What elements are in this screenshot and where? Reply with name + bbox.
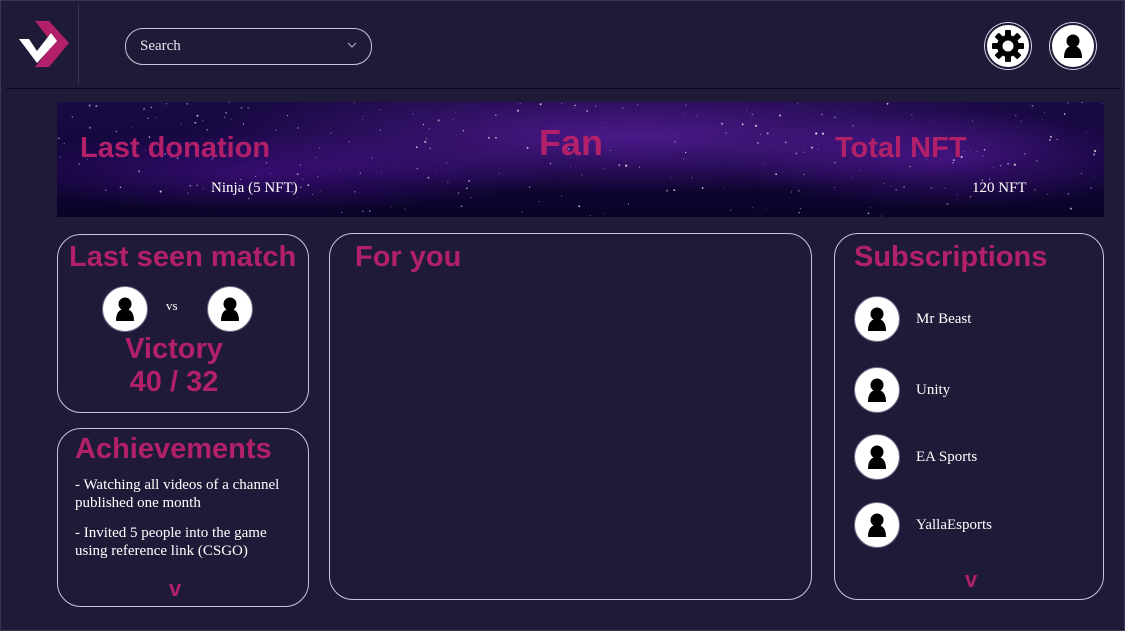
total-nft-label: Total NFT xyxy=(835,132,967,164)
role-label: Fan xyxy=(539,122,604,163)
search-input-text: Search xyxy=(140,38,181,54)
subscription-item[interactable]: Mr Beast xyxy=(854,296,1094,344)
subscriptions-expand-button[interactable]: v xyxy=(965,567,977,593)
player-avatar[interactable] xyxy=(102,286,148,332)
user-icon xyxy=(868,445,886,469)
last-donation-value: Ninja (5 NFT) xyxy=(211,180,298,196)
last-seen-match-card[interactable]: Last seen match vs Victory 40 / 32 xyxy=(57,234,309,413)
subscriptions-card: Subscriptions Mr Beast Unity EA Sports Y… xyxy=(834,233,1104,600)
user-icon xyxy=(868,307,886,331)
profile-banner: Last donation Fan Total NFT Ninja (5 NFT… xyxy=(57,102,1104,217)
channel-avatar xyxy=(854,434,900,480)
channel-avatar xyxy=(854,367,900,413)
subscription-item[interactable]: YallaEsports xyxy=(854,502,1094,550)
achievements-card: Achievements - Watching all videos of a … xyxy=(57,428,309,607)
match-score: 40 / 32 xyxy=(129,366,219,398)
match-result: Victory xyxy=(125,333,223,365)
last-donation-label: Last donation xyxy=(80,132,271,164)
header-bar: Search xyxy=(4,4,1123,89)
user-icon xyxy=(868,513,886,537)
gear-icon xyxy=(992,30,1024,62)
total-nft-value: 120 NFT xyxy=(972,180,1027,196)
subscriptions-title: Subscriptions xyxy=(854,241,1048,273)
user-icon xyxy=(868,378,886,402)
versus-label: vs xyxy=(166,298,178,313)
search-input[interactable]: Search xyxy=(125,28,372,65)
logo-container[interactable] xyxy=(7,4,79,84)
brand-logo-icon xyxy=(19,21,69,67)
subscription-item[interactable]: Unity xyxy=(854,367,1094,415)
channel-avatar xyxy=(854,296,900,342)
subscription-item[interactable]: EA Sports xyxy=(854,434,1094,482)
achievements-expand-button[interactable]: v xyxy=(169,576,181,602)
opponent-avatar[interactable] xyxy=(207,286,253,332)
user-icon xyxy=(221,297,239,321)
channel-name: Unity xyxy=(916,382,951,398)
channel-avatar xyxy=(854,502,900,548)
channel-name: Mr Beast xyxy=(916,311,972,327)
achievement-item: - Watching all videos of a channel publi… xyxy=(75,477,280,511)
profile-button[interactable] xyxy=(1050,23,1096,69)
last-seen-match-title: Last seen match xyxy=(69,241,297,273)
user-icon xyxy=(1064,34,1082,58)
achievement-item: - Invited 5 people into the game using r… xyxy=(75,525,267,559)
achievements-title: Achievements xyxy=(75,433,272,465)
channel-name: EA Sports xyxy=(916,449,978,465)
channel-name: YallaEsports xyxy=(916,517,992,533)
for-you-title: For you xyxy=(355,241,462,273)
chevron-down-icon xyxy=(347,42,357,48)
settings-button[interactable] xyxy=(985,23,1031,69)
for-you-card: For you xyxy=(329,233,812,600)
user-icon xyxy=(116,297,134,321)
app-window: Search Last donation Fan Total NFT Ninja… xyxy=(0,0,1125,631)
